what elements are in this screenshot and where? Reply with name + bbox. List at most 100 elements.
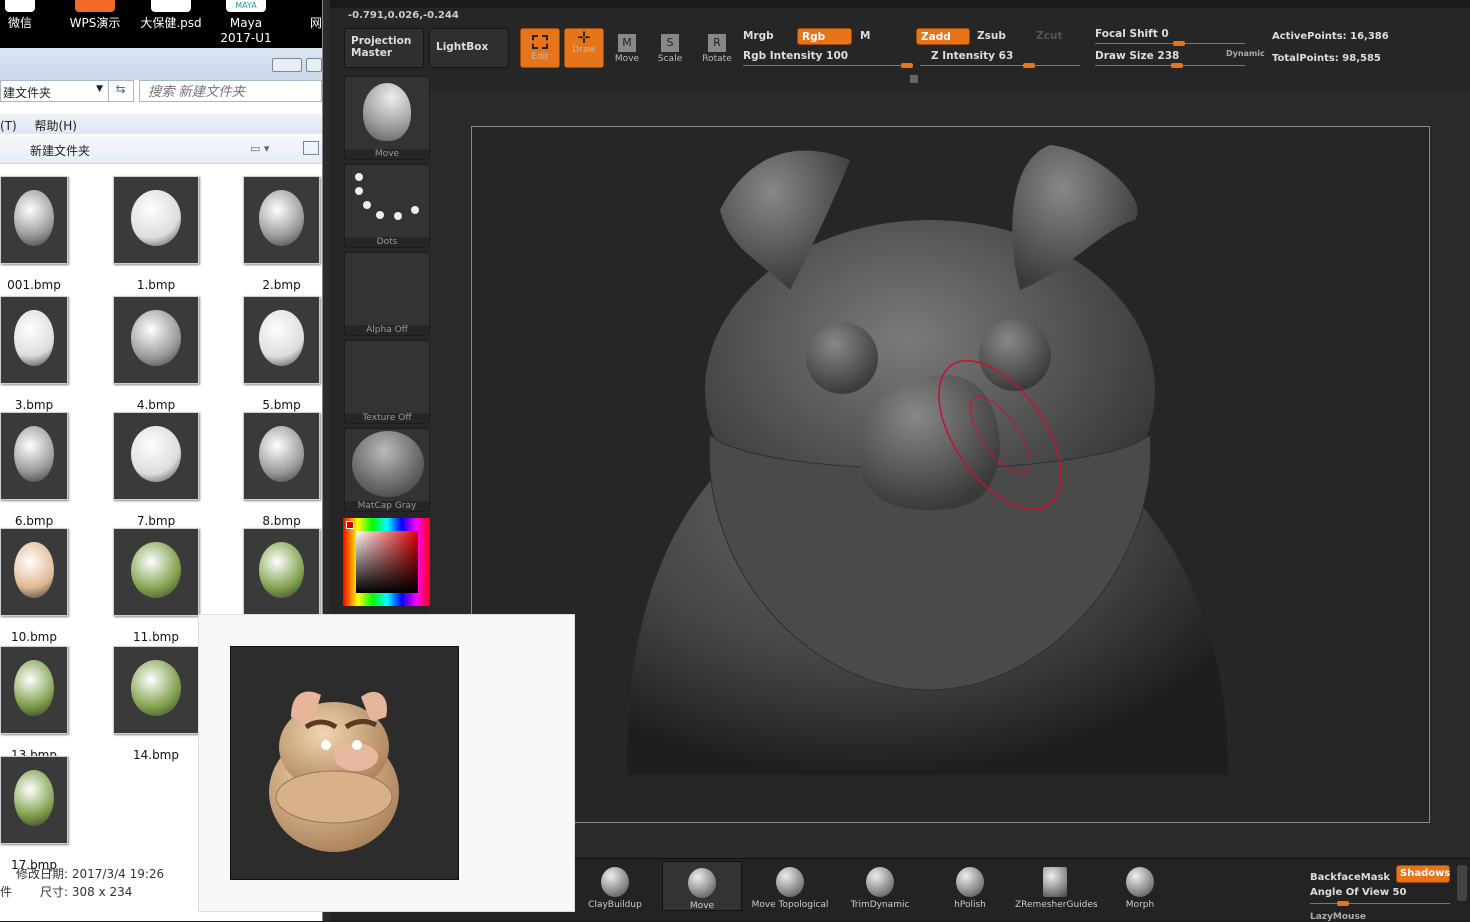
scrollbar[interactable] [1457,865,1467,901]
maximize-button[interactable] [306,58,322,72]
mrgb-button[interactable]: Mrgb [743,30,774,42]
coordinate-readout: -0.791,0.026,-0.244 [348,10,459,21]
brush-thumbnail[interactable]: Move [344,76,430,160]
pig-render-image [269,691,399,852]
menu-bar: (T) 帮助(H) [0,114,322,134]
color-swatch [346,521,354,529]
file-item[interactable]: 14.bmp [113,646,199,762]
file-item[interactable]: 5.bmp [243,296,320,412]
brush-item[interactable]: Move Topological [750,861,830,911]
desktop-icon-wps[interactable]: WPS演示 [62,0,128,31]
rgb-button[interactable]: Rgb [797,28,852,45]
backface-mask-button[interactable]: BackfaceMask [1310,865,1390,884]
file-item[interactable]: 1.bmp [113,176,199,292]
zcut-button[interactable]: Zcut [1036,30,1062,42]
shadows-button[interactable]: Shadows [1396,865,1450,883]
brush-item[interactable]: Move [662,861,742,911]
dynamic-button[interactable]: Dynamic [1226,49,1265,58]
file-thumbnail [243,528,320,616]
m-button[interactable]: M [860,30,870,42]
focal-shift-label: Focal Shift 0 [1095,28,1169,40]
menu-help[interactable]: 帮助(H) [35,119,77,133]
brush-item[interactable]: ClayBuildup [575,861,655,911]
breadcrumb-folder[interactable]: 新建文件夹 [30,144,90,158]
projection-master-button[interactable]: Projection Master [344,28,424,68]
scale-icon: S [661,34,679,52]
file-item[interactable]: 2.bmp [243,176,320,292]
file-thumbnail [113,528,199,616]
brush-icon [776,867,804,897]
file-item[interactable]: 6.bmp [0,412,68,528]
brush-icon [688,868,716,898]
file-thumbnail [243,296,320,384]
refresh-icon[interactable]: ⇆ [108,80,132,102]
brush-item[interactable]: Morph [1100,861,1180,911]
texture-thumbnail[interactable]: Texture Off [344,340,430,424]
file-name: 2.bmp [262,278,301,292]
lightbox-button[interactable]: LightBox [429,28,509,68]
file-name: 001.bmp [7,278,61,292]
rotate-icon: R [708,34,726,52]
file-name: 7.bmp [136,514,176,528]
brush-item[interactable]: hPolish [930,861,1010,911]
stroke-thumbnail[interactable]: Dots [344,164,430,248]
file-item[interactable]: 11.bmp [113,528,199,644]
draw-button[interactable]: ✛ Draw [564,28,604,68]
z-intensity-slider[interactable] [920,63,1080,68]
desktop-icon-wechat[interactable]: 微信 [0,0,40,31]
zadd-button[interactable]: Zadd [916,28,970,45]
move-button[interactable]: M Move [607,30,647,70]
z-intensity-label: Z Intensity 63 [931,50,1014,62]
desktop-icon-psd[interactable]: 大保健.psd [136,0,206,31]
brush-icon [866,867,894,897]
title-bar [0,48,322,80]
matcap-sphere-icon [352,431,424,497]
file-item[interactable]: 13.bmp [0,646,68,762]
pig-sculpt-model[interactable] [430,90,1470,860]
chevron-down-icon[interactable]: ▼ [96,84,103,94]
file-thumbnail [0,646,68,734]
view-icon[interactable]: ▭ ▾ [250,142,269,155]
color-picker[interactable] [343,518,431,606]
file-item[interactable]: 8.bmp [243,412,320,528]
file-thumbnail [113,296,199,384]
draw-size-slider[interactable] [1095,63,1245,68]
brush-icon [956,867,984,897]
file-thumbnail [243,412,320,500]
angle-of-view-slider[interactable] [1310,901,1450,906]
minimize-button[interactable] [272,58,302,72]
alpha-thumbnail[interactable]: Alpha Off [344,252,430,336]
rgb-intensity-slider[interactable] [743,63,913,68]
file-thumbnail [0,412,68,500]
color-square[interactable] [356,531,418,593]
draw-size-label: Draw Size 238 [1095,50,1180,62]
file-item[interactable]: 4.bmp [113,296,199,412]
file-thumbnail [0,528,68,616]
brush-icon [1126,867,1154,897]
file-name: 14.bmp [132,748,179,762]
menu-tools[interactable]: (T) [0,119,17,133]
canvas-handle[interactable] [910,75,918,83]
file-name: 5.bmp [262,398,301,412]
zsub-button[interactable]: Zsub [977,30,1006,42]
desktop-icon-maya[interactable]: MAYA Maya 2017-U1 [218,0,274,46]
file-item[interactable]: 10.bmp [0,528,68,644]
brush-item[interactable]: TrimDynamic [840,861,920,911]
edit-button[interactable]: Edit [520,28,560,68]
rotate-button[interactable]: R Rotate [697,30,737,70]
focal-shift-slider[interactable] [1095,41,1245,46]
file-item[interactable]: 3.bmp [0,296,68,412]
file-item[interactable]: 17.bmp [0,756,68,872]
dots-stroke-icon [355,173,419,220]
brush-icon [601,867,629,897]
scale-button[interactable]: S Scale [650,30,690,70]
preview-pane-icon[interactable] [303,141,319,155]
preview-image [230,646,459,880]
file-item[interactable]: 001.bmp [0,176,68,292]
file-name: 1.bmp [136,278,176,292]
file-item[interactable]: 7.bmp [113,412,199,528]
total-points: TotalPoints: 98,585 [1272,53,1381,64]
brush-item[interactable]: ZRemesherGuides [1015,861,1098,911]
material-thumbnail[interactable]: MatCap Gray [344,428,430,512]
search-input[interactable] [139,80,322,102]
